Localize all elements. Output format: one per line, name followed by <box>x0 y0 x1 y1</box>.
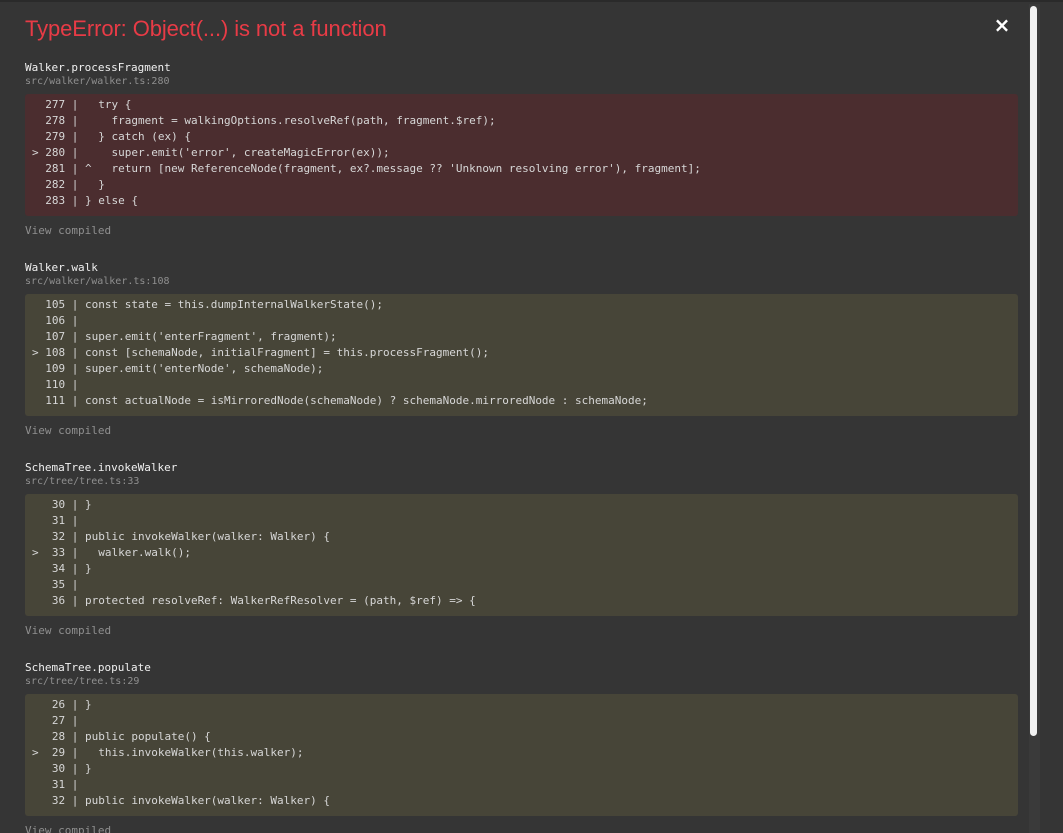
code-line: 30 | } <box>32 498 92 511</box>
code-line: 27 | <box>32 714 79 727</box>
error-content: TypeError: Object(...) is not a function… <box>25 4 1018 833</box>
close-button[interactable]: × <box>993 13 1011 37</box>
code-line: 111 | const actualNode = isMirroredNode(… <box>32 394 648 407</box>
code-line: 281 | ^ return [new ReferenceNode(fragme… <box>32 162 701 175</box>
view-compiled-link[interactable]: View compiled <box>25 624 111 637</box>
code-snippet: 277 | try { 278 | fragment = walkingOpti… <box>25 94 1018 216</box>
code-snippet: 26 | } 27 | 28 | public populate() { > 2… <box>25 694 1018 816</box>
scrollbar-track[interactable] <box>1029 4 1040 833</box>
code-line: 35 | <box>32 578 79 591</box>
code-line: 36 | protected resolveRef: WalkerRefReso… <box>32 594 476 607</box>
view-compiled-link[interactable]: View compiled <box>25 824 111 833</box>
code-line: > 29 | this.invokeWalker(this.walker); <box>32 746 304 759</box>
view-compiled-link[interactable]: View compiled <box>25 224 111 237</box>
code-line: 32 | public invokeWalker(walker: Walker)… <box>32 530 331 543</box>
frame-file-name: src/walker/walker.ts:108 <box>25 276 170 287</box>
code-line: 110 | <box>32 378 79 391</box>
code-snippet: 105 | const state = this.dumpInternalWal… <box>25 294 1018 416</box>
code-line: 106 | <box>32 314 79 327</box>
frame-function-name: SchemaTree.populate <box>25 661 151 674</box>
code-line: 28 | public populate() { <box>32 730 211 743</box>
code-line: 283 | } else { <box>32 194 138 207</box>
code-line: 32 | public invokeWalker(walker: Walker)… <box>32 794 331 807</box>
scrollbar-thumb[interactable] <box>1030 6 1037 736</box>
frame-file-name: src/tree/tree.ts:33 <box>25 476 140 487</box>
code-line: > 280 | super.emit('error', createMagicE… <box>32 146 390 159</box>
frame-function-name: Walker.walk <box>25 261 98 274</box>
frame-function-name: SchemaTree.invokeWalker <box>25 461 178 474</box>
code-snippet: 30 | } 31 | 32 | public invokeWalker(wal… <box>25 494 1018 616</box>
code-line: 31 | <box>32 778 79 791</box>
code-line: 278 | fragment = walkingOptions.resolveR… <box>32 114 496 127</box>
code-line: 282 | } <box>32 178 105 191</box>
code-line: 105 | const state = this.dumpInternalWal… <box>32 298 383 311</box>
close-icon: × <box>993 13 1011 37</box>
code-line: 277 | try { <box>32 98 132 111</box>
frame-file-name: src/tree/tree.ts:29 <box>25 676 140 687</box>
code-line: 31 | <box>32 514 79 527</box>
frame-function-name: Walker.processFragment <box>25 61 171 74</box>
code-line: > 33 | walker.walk(); <box>32 546 191 559</box>
code-line: > 108 | const [schemaNode, initialFragme… <box>32 346 489 359</box>
frame-file-name: src/walker/walker.ts:280 <box>25 76 170 87</box>
code-line: 109 | super.emit('enterNode', schemaNode… <box>32 362 324 375</box>
view-compiled-link[interactable]: View compiled <box>25 424 111 437</box>
error-overlay: TypeError: Object(...) is not a function… <box>0 0 1063 833</box>
code-line: 30 | } <box>32 762 92 775</box>
code-line: 279 | } catch (ex) { <box>32 130 191 143</box>
code-line: 26 | } <box>32 698 92 711</box>
error-title: TypeError: Object(...) is not a function <box>25 16 387 41</box>
code-line: 34 | } <box>32 562 92 575</box>
code-line: 107 | super.emit('enterFragment', fragme… <box>32 330 337 343</box>
